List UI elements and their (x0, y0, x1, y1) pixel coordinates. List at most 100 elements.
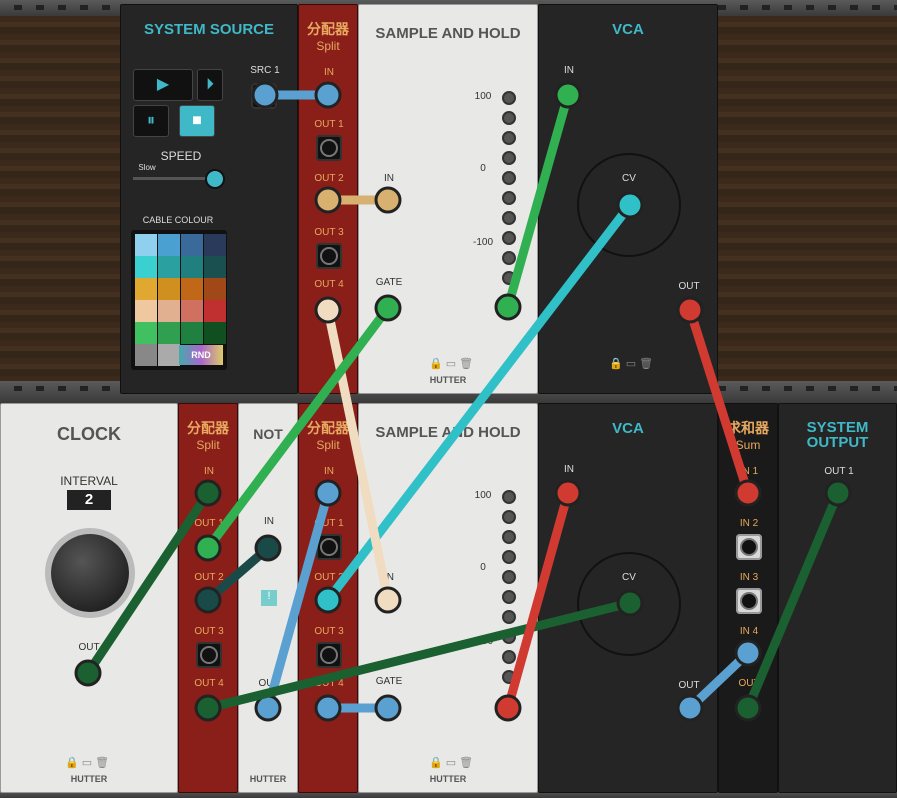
out2-label: OUT 2 (314, 572, 344, 583)
out3-jack[interactable] (316, 243, 342, 269)
colour-swatch[interactable] (181, 300, 203, 322)
sample-and-hold-module-top[interactable]: SAMPLE AND HOLD IN GATE 100 0 -100 HUTTE… (358, 4, 538, 394)
out1-jack[interactable] (316, 534, 342, 560)
colour-swatch[interactable] (181, 322, 203, 344)
pause-button[interactable]: ⏸ (133, 105, 169, 137)
interval-display: 2 (67, 490, 111, 510)
speed-value: Slow (138, 163, 156, 172)
out1-jack[interactable] (316, 135, 342, 161)
src-jack[interactable] (251, 83, 277, 109)
module-title: SYSTEM OUTPUT (806, 419, 869, 451)
brand-label: HUTTER (70, 774, 108, 784)
step-button[interactable]: ⏵ (197, 69, 223, 101)
sum-title-cn: 求和器 (727, 420, 769, 436)
out-label: OUT (678, 680, 700, 691)
out-label: OUT (678, 281, 700, 292)
vca-module-bottom[interactable]: VCA IN CV OUT (538, 403, 718, 793)
out-label: OUT (78, 642, 100, 653)
lock-icon[interactable]: 🔒▭🗑 (429, 756, 476, 769)
speed-label: SPEED (160, 149, 202, 163)
in4-label: IN 4 (739, 626, 759, 637)
system-source-module[interactable]: SYSTEM SOURCE ▶ ⏵ ⏸ ■ SRC 1 SPEED Slow C… (120, 4, 298, 394)
colour-swatch[interactable] (181, 234, 203, 256)
module-title: NOT (253, 426, 283, 442)
colour-swatch[interactable] (158, 344, 180, 366)
rack-background-right (718, 16, 897, 381)
module-title: SAMPLE AND HOLD (375, 25, 521, 42)
vca-module-top[interactable]: VCA IN CV OUT 🔒▭🗑 (538, 4, 718, 394)
in-label: IN (204, 466, 214, 477)
split-title-cn: 分配器 (307, 21, 349, 37)
interval-knob[interactable] (51, 534, 129, 612)
colour-swatch[interactable] (135, 322, 157, 344)
colour-swatch[interactable] (135, 278, 157, 300)
module-title: SYSTEM SOURCE (143, 21, 275, 38)
scale-0: 0 (480, 163, 486, 174)
colour-swatch[interactable] (204, 278, 226, 300)
module-title: VCA (612, 420, 644, 437)
colour-swatch[interactable] (204, 300, 226, 322)
rnd-button[interactable]: RND (179, 345, 223, 365)
in3-jack[interactable] (736, 588, 762, 614)
out3-label: OUT 3 (314, 227, 344, 238)
colour-swatch[interactable] (204, 234, 226, 256)
out3-jack[interactable] (196, 642, 222, 668)
lock-icon[interactable]: 🔒▭🗑 (609, 357, 656, 370)
out3-jack[interactable] (316, 642, 342, 668)
speed-slider-handle[interactable] (205, 169, 225, 189)
colour-swatch[interactable] (135, 256, 157, 278)
in-label: IN (564, 65, 574, 76)
in-label: IN (324, 466, 334, 477)
in-label: IN (384, 572, 394, 583)
out4-label: OUT 4 (194, 678, 224, 689)
colour-swatch[interactable] (204, 256, 226, 278)
split-module-top[interactable]: 分配器 Split IN OUT 1 OUT 2 OUT 3 OUT 4 (298, 4, 358, 394)
src-label: SRC 1 (250, 65, 280, 76)
in-label: IN (264, 516, 274, 527)
split-title-cn: 分配器 (187, 420, 229, 436)
colour-swatch[interactable] (158, 300, 180, 322)
out3-label: OUT 3 (314, 626, 344, 637)
split-title-en: Split (196, 438, 220, 452)
play-button[interactable]: ▶ (133, 69, 193, 101)
out4-label: OUT 4 (314, 279, 344, 290)
in-label: IN (564, 464, 574, 475)
split-module-bottom-b[interactable]: 分配器 Split IN OUT 1 OUT 2 OUT 3 OUT 4 (298, 403, 358, 793)
not-module[interactable]: NOT IN ! OUT HUTTER (238, 403, 298, 793)
in1-label: IN 1 (739, 466, 759, 477)
colour-swatch[interactable] (181, 278, 203, 300)
colour-swatch[interactable] (181, 256, 203, 278)
cv-label: CV (622, 572, 636, 583)
in-label: IN (324, 67, 334, 78)
colour-swatch[interactable] (135, 234, 157, 256)
out1-label: OUT 1 (314, 518, 344, 529)
lock-icon[interactable]: 🔒▭🗑 (65, 756, 112, 769)
in2-jack[interactable] (736, 534, 762, 560)
colour-swatch[interactable] (135, 300, 157, 322)
colour-swatch[interactable] (135, 344, 157, 366)
gate-label: GATE (375, 277, 403, 288)
out1-label: OUT 1 (194, 518, 224, 529)
cv-ring (577, 153, 681, 257)
split-title-en: Split (316, 438, 340, 452)
split-module-bottom-a[interactable]: 分配器 Split IN OUT 1 OUT 2 OUT 3 OUT 4 (178, 403, 238, 793)
in-label: IN (384, 173, 394, 184)
colour-swatch[interactable] (158, 322, 180, 344)
sum-module[interactable]: 求和器 Sum IN 1 IN 2 IN 3 IN 4 OUT (718, 403, 778, 793)
out2-label: OUT 2 (314, 173, 344, 184)
level-leds (502, 490, 516, 690)
out-label: OUT (738, 678, 760, 689)
lock-icon[interactable]: 🔒▭🗑 (429, 357, 476, 370)
colour-swatch[interactable] (158, 256, 180, 278)
in2-label: IN 2 (739, 518, 759, 529)
sum-title-en: Sum (735, 438, 761, 452)
colour-swatch[interactable] (204, 322, 226, 344)
cv-ring (577, 552, 681, 656)
clock-module[interactable]: CLOCK INTERVAL 2 OUT HUTTER 🔒▭🗑 (0, 403, 178, 793)
colour-swatch[interactable] (158, 278, 180, 300)
in3-label: IN 3 (739, 572, 759, 583)
sample-and-hold-module-bottom[interactable]: SAMPLE AND HOLD IN GATE 100 0 -100 HUTTE… (358, 403, 538, 793)
system-output-module[interactable]: SYSTEM OUTPUT OUT 1 (778, 403, 897, 793)
stop-button[interactable]: ■ (179, 105, 215, 137)
colour-swatch[interactable] (158, 234, 180, 256)
